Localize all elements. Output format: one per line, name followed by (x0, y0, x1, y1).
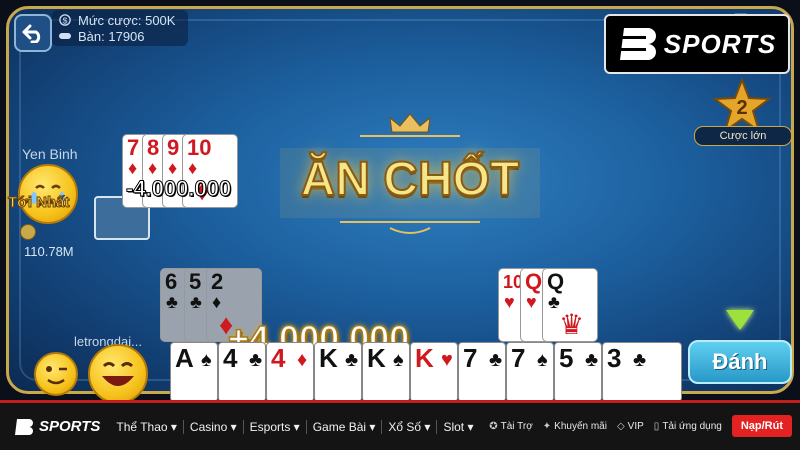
room-info: $ Mức cược: 500K Bàn: 17906 (52, 10, 188, 46)
wink-face-icon (46, 366, 67, 385)
nav-link-tai-ung-dung[interactable]: ▯ Tải ứng dụng (654, 421, 722, 432)
hand-card-9[interactable]: 5 ♣ (554, 342, 602, 402)
table-icon (59, 33, 71, 39)
nav-link-vip[interactable]: ◇ VIP (617, 421, 644, 432)
brand-logo-text: SPORTS (663, 28, 777, 59)
badge-level: 2 (736, 97, 747, 119)
bet-row: $ Mức cược: 500K (58, 12, 182, 28)
bet-label: Mức cược: 500K (78, 12, 176, 28)
promo-icon: ✦ (542, 420, 552, 432)
hand-card-8[interactable]: 7 ♠ (506, 342, 554, 402)
brand-logo: SPORTS (604, 14, 790, 74)
b-logo-icon (619, 28, 656, 60)
table-label: Bàn: 17906 (78, 28, 145, 44)
nav-right: ✪ Tài Trợ ✦ Khuyến mãi ◇ VIP ▯ Tải ứng dụng … (479, 415, 792, 437)
svg-text:$: $ (63, 15, 68, 25)
sponsor-icon: ✪ (489, 420, 498, 432)
dollar-icon: $ (59, 14, 71, 26)
nav-item-the-thao[interactable]: Thể Thao ▾ (110, 420, 183, 434)
hand-card-3[interactable]: 4 ♦ (266, 342, 314, 402)
table-row: Bàn: 17906 (58, 28, 182, 44)
nav-logo[interactable]: SPORTS (14, 418, 100, 436)
play-button[interactable]: Đánh (688, 340, 792, 384)
nav-item-slot[interactable]: Slot ▾ (436, 419, 479, 434)
nav-item-esports[interactable]: Esports ▾ (242, 419, 306, 434)
game-frame: $ Mức cược: 500K Bàn: 17906 ☰ SPORTS 2 C… (0, 0, 800, 404)
wink-emoji[interactable] (34, 352, 78, 396)
diamond-icon: ◇ (616, 420, 625, 432)
big-bet-label: Cược lớn (694, 126, 792, 146)
hand-card-7[interactable]: 7 ♣ (458, 342, 506, 402)
turn-indicator-icon (726, 310, 754, 330)
deposit-withdraw-button[interactable]: Nạp/Rút (731, 415, 792, 437)
opponent-name: Yen Binh (22, 146, 78, 162)
player-avatar[interactable] (88, 344, 148, 404)
nav-logo-text: SPORTS (39, 418, 101, 435)
coin-icon (20, 224, 36, 240)
nav-menu: Thể Thao ▾ Casino ▾ Esports ▾ Game Bài ▾… (110, 419, 479, 434)
an-chot-banner: ĂN CHỐT (280, 110, 540, 246)
laughing-face-icon (102, 362, 134, 386)
nav-link-tai-tro[interactable]: ✪ Tài Trợ (489, 421, 533, 432)
back-button[interactable] (14, 14, 52, 52)
hand-card-2[interactable]: 4 ♣ (218, 342, 266, 402)
nav-item-casino[interactable]: Casino ▾ (182, 419, 243, 434)
opponent-penalty: -4.000.000 (125, 176, 232, 202)
opponent-money: 110.78M (24, 244, 74, 259)
opponent-status: Tới Nhất (8, 194, 70, 212)
site-nav: SPORTS Thể Thao ▾ Casino ▾ Esports ▾ Gam… (0, 400, 800, 450)
center-card-3: Q ♣ ♛ (542, 268, 598, 342)
b-logo-icon (15, 418, 33, 435)
hand-card-10[interactable]: 3 ♣ (602, 342, 682, 402)
phone-icon: ▯ (653, 420, 660, 432)
nav-item-xo-so[interactable]: Xổ Số ▾ (381, 419, 436, 434)
hand-card-5[interactable]: K ♠ (362, 342, 410, 402)
nav-item-game-bai[interactable]: Game Bài ▾ (305, 419, 382, 434)
hand-card-6[interactable]: K ♥ (410, 342, 458, 402)
nav-link-khuyen-mai[interactable]: ✦ Khuyến mãi (543, 421, 607, 432)
an-chot-text: ĂN CHỐT (300, 152, 521, 207)
back-arrow-icon (22, 24, 41, 43)
hand-card-1[interactable]: A ♠ (170, 342, 218, 402)
hand-card-4[interactable]: K ♣ (314, 342, 362, 402)
